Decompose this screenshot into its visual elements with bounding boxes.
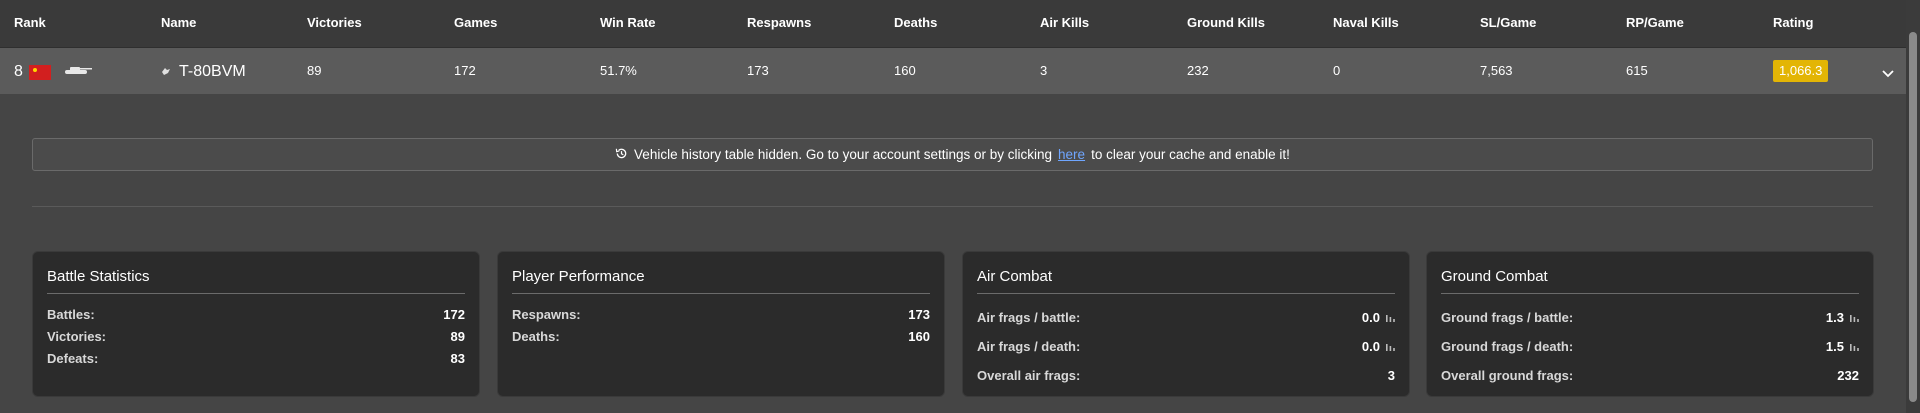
stat-value-wrap: 1.5 <box>1826 339 1859 354</box>
stat-label: Air frags / battle: <box>977 310 1081 325</box>
stat-value: 3 <box>1387 368 1395 383</box>
naval-kills-cell: 0 <box>1333 63 1341 78</box>
rank-cell: 8 <box>14 63 93 81</box>
stat-value: 83 <box>450 350 465 366</box>
card-title: Air Combat <box>977 252 1395 294</box>
col-ground-kills[interactable]: Ground Kills <box>1187 15 1265 30</box>
stat-ground-frags-death: Ground frags / death: 1.5 <box>1441 332 1859 361</box>
stat-overall-ground-frags: Overall ground frags: 232 <box>1441 361 1859 390</box>
vehicle-type-icon <box>161 63 171 81</box>
stat-value: 160 <box>908 328 930 344</box>
battle-statistics-card: Battle Statistics Battles: 172 Victories… <box>32 251 480 397</box>
scrollbar-thumb[interactable] <box>1909 32 1917 402</box>
respawns-cell: 173 <box>747 63 769 78</box>
bar-chart-icon[interactable] <box>1386 310 1395 325</box>
stat-value: 232 <box>1837 368 1859 383</box>
ground-kills-cell: 232 <box>1187 63 1209 78</box>
col-rp-game[interactable]: RP/Game <box>1626 15 1684 30</box>
stat-respawns: Respawns: 173 <box>512 303 930 325</box>
col-sl-game[interactable]: SL/Game <box>1480 15 1536 30</box>
stat-victories: Victories: 89 <box>47 325 465 347</box>
col-rating[interactable]: Rating <box>1773 15 1813 30</box>
stat-air-frags-death: Air frags / death: 0.0 <box>977 332 1395 361</box>
flag-icon <box>28 64 51 80</box>
ground-combat-card: Ground Combat Ground frags / battle: 1.3… <box>1426 251 1874 397</box>
bar-chart-icon[interactable] <box>1386 339 1395 354</box>
stat-battles: Battles: 172 <box>47 303 465 325</box>
col-win-rate[interactable]: Win Rate <box>600 15 656 30</box>
stat-value: 1.5 <box>1825 339 1844 354</box>
card-title: Ground Combat <box>1441 252 1859 294</box>
stat-defeats: Defeats: 83 <box>47 347 465 369</box>
col-games[interactable]: Games <box>454 15 497 30</box>
table-header: Rank Name Victories Games Win Rate Respa… <box>0 0 1906 48</box>
stat-label: Battles: <box>47 306 95 322</box>
card-title: Player Performance <box>512 252 930 294</box>
notice-text-before: Vehicle history table hidden. Go to your… <box>634 147 1053 162</box>
stat-value-wrap: 1.3 <box>1826 310 1859 325</box>
rp-game-cell: 615 <box>1626 63 1648 78</box>
games-cell: 172 <box>454 63 476 78</box>
stat-label: Defeats: <box>47 350 99 366</box>
col-deaths[interactable]: Deaths <box>894 15 937 30</box>
notice-text-after: to clear your cache and enable it! <box>1091 147 1290 162</box>
deaths-cell: 160 <box>894 63 916 78</box>
col-rank[interactable]: Rank <box>14 15 46 30</box>
stat-label: Ground frags / battle: <box>1441 310 1574 325</box>
stat-label: Air frags / death: <box>977 339 1081 354</box>
chevron-down-icon[interactable] <box>1882 65 1894 83</box>
stat-value-wrap: 0.0 <box>1362 339 1395 354</box>
stat-overall-air-frags: Overall air frags: 3 <box>977 361 1395 390</box>
stat-value: 172 <box>443 306 465 322</box>
section-divider <box>32 206 1873 207</box>
vehicle-name: T-80BVM <box>179 63 246 80</box>
stat-value: 173 <box>908 306 930 322</box>
col-air-kills[interactable]: Air Kills <box>1040 15 1089 30</box>
col-name[interactable]: Name <box>161 15 196 30</box>
history-icon <box>615 147 628 163</box>
table-row[interactable]: 8 T-80BVM 89 172 51.7% 173 160 3 232 0 7… <box>0 48 1906 94</box>
sl-game-cell: 7,563 <box>1480 63 1513 78</box>
stat-ground-frags-battle: Ground frags / battle: 1.3 <box>1441 303 1859 332</box>
bar-chart-icon[interactable] <box>1850 339 1859 354</box>
stat-label: Respawns: <box>512 306 581 322</box>
col-victories[interactable]: Victories <box>307 15 362 30</box>
stat-air-frags-battle: Air frags / battle: 0.0 <box>977 303 1395 332</box>
stat-value: 1.3 <box>1825 310 1844 325</box>
card-title: Battle Statistics <box>47 252 465 294</box>
col-naval-kills[interactable]: Naval Kills <box>1333 15 1399 30</box>
victories-cell: 89 <box>307 63 322 78</box>
stat-label: Overall ground frags: <box>1441 368 1574 383</box>
stat-value-wrap: 0.0 <box>1362 310 1395 325</box>
player-performance-card: Player Performance Respawns: 173 Deaths:… <box>497 251 945 397</box>
clear-cache-link[interactable]: here <box>1058 147 1085 162</box>
vertical-scrollbar[interactable] <box>1906 0 1920 413</box>
stat-label: Deaths: <box>512 328 560 344</box>
air-kills-cell: 3 <box>1040 63 1048 78</box>
stat-value: 0.0 <box>1361 310 1380 325</box>
stat-value: 89 <box>450 328 465 344</box>
bar-chart-icon[interactable] <box>1850 310 1859 325</box>
name-cell[interactable]: T-80BVM <box>161 63 246 81</box>
col-respawns[interactable]: Respawns <box>747 15 811 30</box>
stat-label: Overall air frags: <box>977 368 1081 383</box>
win-rate-cell: 51.7% <box>600 63 637 78</box>
stat-label: Victories: <box>47 328 107 344</box>
history-hidden-notice: Vehicle history table hidden. Go to your… <box>32 138 1873 171</box>
air-combat-card: Air Combat Air frags / battle: 0.0 Air f… <box>962 251 1410 397</box>
tank-icon <box>61 63 93 81</box>
stat-value: 0.0 <box>1361 339 1380 354</box>
rank-value: 8 <box>14 63 23 80</box>
stat-label: Ground frags / death: <box>1441 339 1574 354</box>
rating-badge: 1,066.3 <box>1773 60 1829 82</box>
stat-deaths: Deaths: 160 <box>512 325 930 347</box>
